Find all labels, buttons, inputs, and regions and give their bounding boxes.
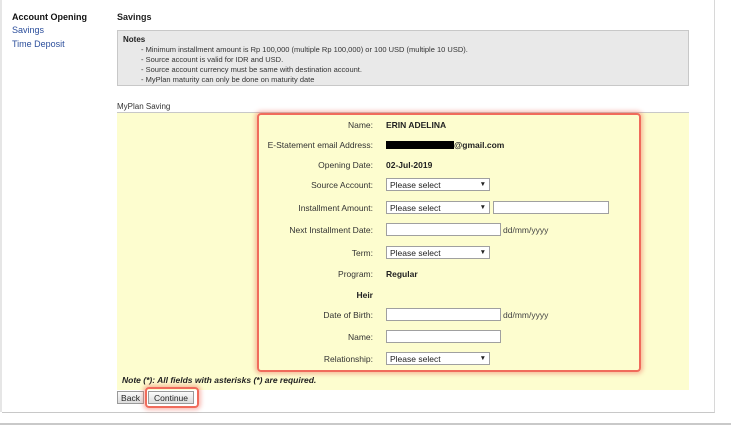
notes-list: Minimum installment amount is Rp 100,000… <box>123 45 683 85</box>
sidebar-item-time-deposit[interactable]: Time Deposit <box>12 39 107 49</box>
installment-currency-selected: Please select <box>390 203 441 213</box>
row-relationship: Relationship: Please select ▼ <box>258 351 643 369</box>
term-selected: Please select <box>390 248 441 258</box>
required-fields-note: Note (*): All fields with asterisks (*) … <box>122 375 317 385</box>
chevron-down-icon: ▼ <box>479 181 486 188</box>
row-source-account: Source Account: Please select ▼ <box>258 177 643 195</box>
redaction-bar <box>386 141 454 149</box>
relationship-selected: Please select <box>390 354 441 364</box>
continue-button[interactable]: Continue <box>148 391 194 404</box>
page-title: Savings <box>117 12 152 22</box>
heir-heading: Heir <box>356 290 373 300</box>
row-next-installment-date: Next Installment Date: dd/mm/yyyy <box>258 222 643 240</box>
row-term: Term: Please select ▼ <box>258 245 643 263</box>
chevron-down-icon: ▼ <box>479 249 486 256</box>
row-installment-amount: Installment Amount: Please select ▼ <box>258 200 643 218</box>
notes-title: Notes <box>123 35 146 44</box>
form-subtitle: MyPlan Saving <box>117 102 171 111</box>
note-item: Source account currency must be same wit… <box>141 65 683 75</box>
next-installment-date-label: Next Installment Date: <box>289 225 373 235</box>
row-program: Program: Regular <box>258 266 643 284</box>
name-label: Name: <box>347 120 373 130</box>
sidebar: Account Opening Savings Time Deposit <box>12 12 107 53</box>
opening-date-value: 02-Jul-2019 <box>386 160 433 170</box>
bottom-divider <box>0 423 731 425</box>
source-account-selected: Please select <box>390 180 441 190</box>
row-heir-name: Name: <box>258 329 643 347</box>
chevron-down-icon: ▼ <box>479 355 486 362</box>
back-button[interactable]: Back <box>117 391 144 404</box>
term-label: Term: <box>351 248 373 258</box>
installment-amount-label: Installment Amount: <box>298 203 373 213</box>
sidebar-heading: Account Opening <box>12 12 87 22</box>
source-account-select[interactable]: Please select ▼ <box>386 178 490 191</box>
row-name: Name: ERIN ADELINA <box>258 117 643 135</box>
dob-input[interactable] <box>386 308 501 321</box>
dob-hint: dd/mm/yyyy <box>503 310 549 320</box>
program-label: Program: <box>338 269 373 279</box>
dob-label: Date of Birth: <box>323 310 373 320</box>
heir-name-input[interactable] <box>386 330 501 343</box>
heir-name-label: Name: <box>347 332 373 342</box>
row-email: E-Statement email Address: @gmail.com <box>258 137 643 155</box>
email-value: @gmail.com <box>386 140 504 150</box>
opening-date-label: Opening Date: <box>318 160 373 170</box>
email-label: E-Statement email Address: <box>267 140 373 150</box>
chevron-down-icon: ▼ <box>479 204 486 211</box>
installment-currency-select[interactable]: Please select ▼ <box>386 201 490 214</box>
source-account-label: Source Account: <box>311 180 373 190</box>
row-dob: Date of Birth: dd/mm/yyyy <box>258 307 643 325</box>
note-item: Source account is valid for IDR and USD. <box>141 55 683 65</box>
row-opening-date: Opening Date: 02-Jul-2019 <box>258 157 643 175</box>
relationship-select[interactable]: Please select ▼ <box>386 352 490 365</box>
program-value: Regular <box>386 269 418 279</box>
sidebar-item-savings[interactable]: Savings <box>12 25 107 35</box>
relationship-label: Relationship: <box>323 354 373 364</box>
next-installment-date-input[interactable] <box>386 223 501 236</box>
email-domain: @gmail.com <box>454 140 505 150</box>
row-heir-heading: Heir <box>258 287 643 305</box>
next-installment-date-hint: dd/mm/yyyy <box>503 225 549 235</box>
name-value: ERIN ADELINA <box>386 120 447 130</box>
note-item: Minimum installment amount is Rp 100,000… <box>141 45 683 55</box>
note-item: MyPlan maturity can only be done on matu… <box>141 75 683 85</box>
notes-box: Notes Minimum installment amount is Rp 1… <box>117 30 689 86</box>
term-select[interactable]: Please select ▼ <box>386 246 490 259</box>
installment-amount-input[interactable] <box>493 201 609 214</box>
